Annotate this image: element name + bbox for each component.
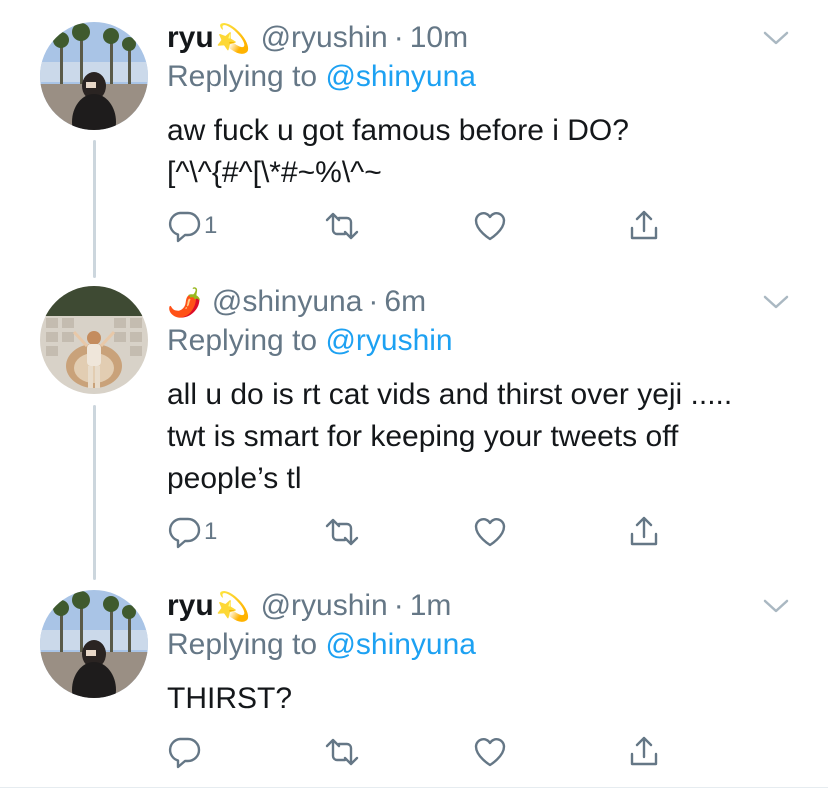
- tweet-text: all u do is rt cat vids and thirst over …: [167, 374, 732, 500]
- retweet-icon: [324, 734, 360, 770]
- reply-icon: [166, 734, 202, 770]
- share-icon: [626, 514, 662, 550]
- name-emoji: 💫: [215, 21, 251, 55]
- heart-icon: [472, 208, 508, 244]
- chevron-down-icon[interactable]: [762, 596, 790, 616]
- tweet[interactable]: 🌶️ @shinyuna · 6m Replying to @ryushin a…: [0, 270, 828, 580]
- avatar[interactable]: [40, 22, 148, 130]
- tweet-header: 🌶️ @shinyuna · 6m: [167, 282, 426, 322]
- retweet-button[interactable]: [324, 512, 360, 552]
- name-emoji: 💫: [215, 589, 251, 623]
- reply-count: 1: [204, 518, 218, 545]
- retweet-button[interactable]: [324, 732, 360, 772]
- timestamp[interactable]: 6m: [384, 285, 426, 319]
- chevron-down-icon[interactable]: [762, 292, 790, 312]
- tweet-text-line: THIRST?: [167, 682, 293, 715]
- replying-to-label: Replying to: [167, 60, 318, 93]
- avatar[interactable]: [40, 590, 148, 698]
- tweet-actions: [160, 732, 680, 772]
- avatar[interactable]: [40, 286, 148, 394]
- user-handle[interactable]: @shinyuna: [212, 285, 363, 319]
- retweet-button[interactable]: [324, 206, 360, 246]
- share-button[interactable]: [626, 206, 662, 246]
- reply-button[interactable]: [166, 732, 204, 772]
- separator: ·: [393, 21, 404, 54]
- display-name[interactable]: ryu: [167, 21, 214, 55]
- tweet[interactable]: ryu 💫 @ryushin · 10m Replying to @shinyu…: [0, 0, 828, 270]
- tweet-text: aw fuck u got famous before i DO? [^\^{#…: [167, 110, 629, 194]
- tweet[interactable]: ryu 💫 @ryushin · 1m Replying to @shinyun…: [0, 580, 828, 787]
- reply-count: 1: [204, 212, 218, 239]
- mention-link[interactable]: @shinyuna: [325, 628, 476, 661]
- replying-to-label: Replying to: [167, 324, 318, 357]
- name-emoji: 🌶️: [167, 285, 202, 319]
- tweet-text-line: aw fuck u got famous before i DO?: [167, 114, 629, 147]
- timestamp[interactable]: 1m: [410, 589, 452, 623]
- like-button[interactable]: [472, 512, 508, 552]
- heart-icon: [472, 514, 508, 550]
- tweet-header: ryu 💫 @ryushin · 10m: [167, 18, 468, 58]
- share-icon: [626, 734, 662, 770]
- replying-to: Replying to @shinyuna: [167, 60, 476, 94]
- heart-icon: [472, 734, 508, 770]
- user-handle[interactable]: @ryushin: [261, 21, 388, 55]
- reply-icon: [166, 208, 202, 244]
- reply-button[interactable]: 1: [166, 206, 217, 246]
- chevron-down-icon[interactable]: [762, 28, 790, 48]
- divider: [0, 787, 828, 788]
- reply-icon: [166, 514, 202, 550]
- like-button[interactable]: [472, 206, 508, 246]
- mention-link[interactable]: @shinyuna: [325, 60, 476, 93]
- retweet-icon: [324, 208, 360, 244]
- tweet-actions: 1: [160, 512, 680, 552]
- tweet-text-line: people’s tl: [167, 462, 302, 495]
- tweet-text-line: all u do is rt cat vids and thirst over …: [167, 378, 733, 411]
- replying-to: Replying to @ryushin: [167, 324, 453, 358]
- display-name[interactable]: ryu: [167, 589, 214, 623]
- timestamp[interactable]: 10m: [410, 21, 468, 55]
- tweet-text-line: [^\^{#^[\*#~%\^~: [167, 156, 382, 189]
- tweet-text-line: twt is smart for keeping your tweets off: [167, 420, 679, 453]
- tweet-actions: 1: [160, 206, 680, 246]
- share-icon: [626, 208, 662, 244]
- mention-link[interactable]: @ryushin: [325, 324, 452, 357]
- share-button[interactable]: [626, 512, 662, 552]
- like-button[interactable]: [472, 732, 508, 772]
- share-button[interactable]: [626, 732, 662, 772]
- separator: ·: [393, 589, 404, 622]
- separator: ·: [368, 285, 379, 318]
- replying-to: Replying to @shinyuna: [167, 628, 476, 662]
- reply-button[interactable]: 1: [166, 512, 217, 552]
- tweet-text: THIRST?: [167, 678, 292, 720]
- tweet-header: ryu 💫 @ryushin · 1m: [167, 586, 451, 626]
- replying-to-label: Replying to: [167, 628, 318, 661]
- retweet-icon: [324, 514, 360, 550]
- user-handle[interactable]: @ryushin: [261, 589, 388, 623]
